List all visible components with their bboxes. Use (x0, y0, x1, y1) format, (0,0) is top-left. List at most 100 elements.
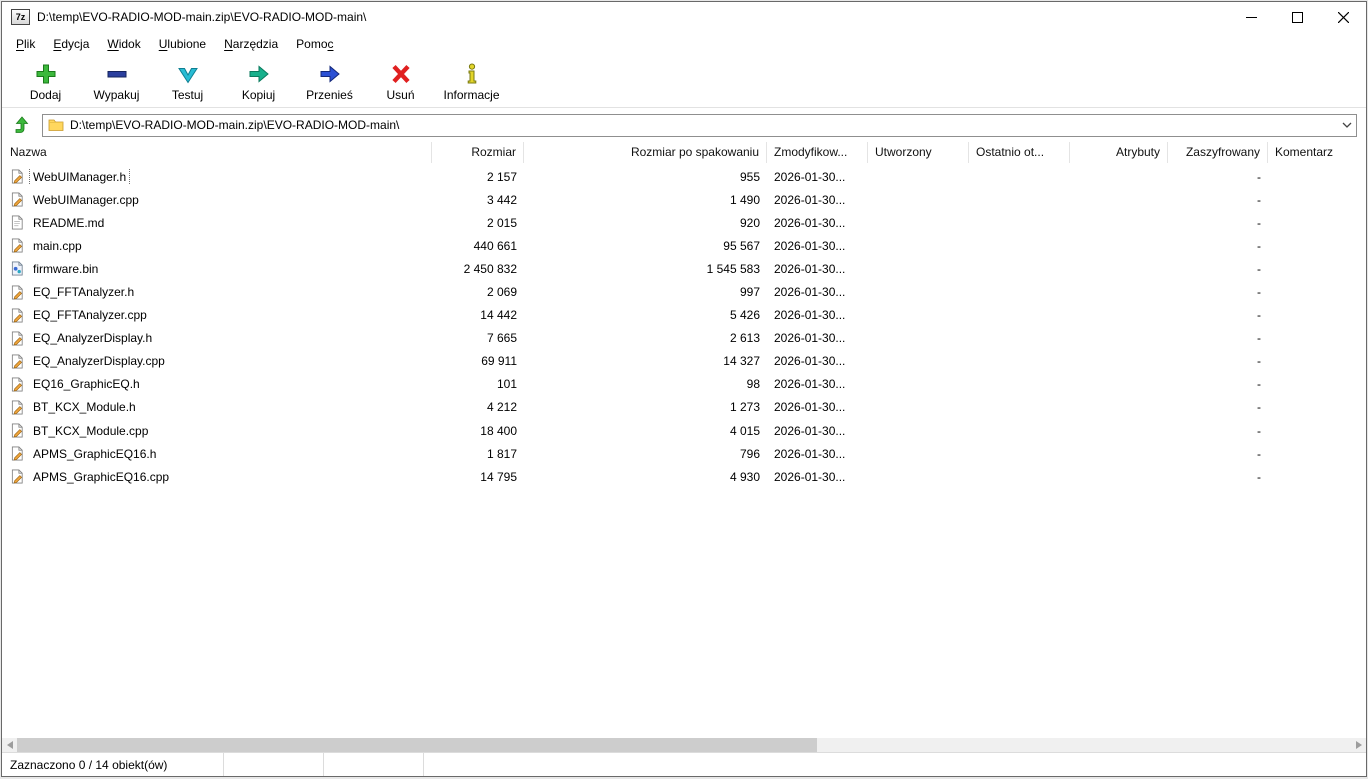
menu-edycja[interactable]: Edycja (44, 34, 98, 54)
file-row[interactable]: EQ_FFTAnalyzer.h 2 069 997 2026-01-30... - (2, 280, 1366, 303)
file-encrypted: - (1257, 215, 1261, 230)
copy-button[interactable]: Kopiuj (223, 58, 294, 105)
column-header-created[interactable]: Utworzony (868, 142, 969, 163)
add-button[interactable]: Dodaj (10, 58, 81, 105)
file-encrypted: - (1257, 261, 1261, 276)
file-row[interactable]: BT_KCX_Module.cpp 18 400 4 015 2026-01-30..… (2, 419, 1366, 442)
tool-label: Dodaj (29, 87, 62, 102)
file-packed: 98 (746, 377, 760, 392)
parent-folder-button[interactable] (11, 114, 33, 136)
address-combobox[interactable]: D:\temp\EVO-RADIO-MOD-main.zip\EVO-RADIO… (42, 113, 1357, 137)
file-modified: 2026-01-30... (774, 308, 846, 323)
menu-ulubione[interactable]: Ulubione (150, 34, 215, 54)
file-packed: 920 (739, 215, 760, 230)
extract-button[interactable]: Wypakuj (81, 58, 152, 105)
minimize-icon (1245, 16, 1257, 18)
title-bar[interactable]: 7z D:\temp\EVO-RADIO-MOD-main.zip\EVO-RA… (2, 2, 1366, 32)
file-row[interactable]: EQ_AnalyzerDisplay.cpp 69 911 14 327 2026-0… (2, 350, 1366, 373)
minimize-button[interactable] (1228, 2, 1274, 32)
file-size: 101 (496, 377, 517, 392)
scroll-left-arrow[interactable] (2, 738, 17, 752)
window-title: D:\temp\EVO-RADIO-MOD-main.zip\EVO-RADIO… (37, 10, 367, 24)
file-edit-icon (9, 192, 25, 208)
column-header-accessed[interactable]: Ostatnio ot... (969, 142, 1070, 163)
file-name-cell: APMS_GraphicEQ16.cpp (2, 469, 432, 485)
file-row[interactable]: EQ16_GraphicEQ.h 101 98 2026-01-30... - (2, 373, 1366, 396)
tool-label: Testuj (171, 87, 204, 102)
column-header-comment[interactable]: Komentarz (1268, 142, 1366, 163)
column-header-name[interactable]: Nazwa (2, 142, 432, 163)
file-icon (9, 215, 25, 231)
column-header-packed[interactable]: Rozmiar po spakowaniu (524, 142, 767, 163)
menu-pomoc[interactable]: Pomoc (287, 34, 342, 54)
file-packed: 5 426 (729, 308, 760, 323)
info-button[interactable]: Informacje (436, 58, 507, 105)
file-encrypted: - (1257, 469, 1261, 484)
info-icon (460, 62, 484, 86)
move-button[interactable]: Przenieś (294, 58, 365, 105)
file-row[interactable]: README.md 2 015 920 2026-01-30... - (2, 211, 1366, 234)
file-edit-icon (9, 399, 25, 415)
file-modified: 2026-01-30... (774, 215, 846, 230)
file-row[interactable]: APMS_GraphicEQ16.h 1 817 796 2026-01-30... - (2, 442, 1366, 465)
file-modified: 2026-01-30... (774, 238, 846, 253)
file-row[interactable]: EQ_AnalyzerDisplay.h 7 665 2 613 2026-01-30… (2, 327, 1366, 350)
file-row[interactable]: EQ_FFTAnalyzer.cpp 14 442 5 426 2026-01-30.… (2, 304, 1366, 327)
column-header-modified[interactable]: Zmodyfikow... (767, 142, 868, 163)
maximize-icon (1291, 11, 1303, 23)
file-packed: 1 545 583 (706, 261, 760, 276)
file-encrypted: - (1257, 377, 1261, 392)
file-name-cell: APMS_GraphicEQ16.h (2, 446, 432, 462)
file-modified: 2026-01-30... (774, 331, 846, 346)
file-packed: 95 567 (723, 238, 760, 253)
column-header-attrs[interactable]: Atrybuty (1070, 142, 1168, 163)
file-modified: 2026-01-30... (774, 261, 846, 276)
file-size: 7 665 (486, 331, 517, 346)
file-name-cell: WebUIManager.h (2, 168, 432, 185)
file-name: WebUIManager.h (28, 168, 131, 185)
menu-widok[interactable]: Widok (98, 34, 149, 54)
file-name: main.cpp (33, 238, 82, 253)
file-name: README.md (33, 215, 105, 230)
scroll-track[interactable] (17, 738, 1351, 752)
file-row[interactable]: BT_KCX_Module.h 4 212 1 273 2026-01-30... - (2, 396, 1366, 419)
address-dropdown-button[interactable] (1337, 115, 1356, 136)
chevron-down-icon (1342, 122, 1351, 128)
menu-plik[interactable]: Plik (7, 34, 44, 54)
file-edit-icon (9, 353, 25, 369)
column-header-encrypted[interactable]: Zaszyfrowany (1168, 142, 1268, 163)
test-button[interactable]: Testuj (152, 58, 223, 105)
file-name: EQ_AnalyzerDisplay.cpp (33, 354, 165, 369)
file-edit-icon (9, 284, 25, 300)
horizontal-scrollbar[interactable] (2, 738, 1366, 752)
file-row[interactable]: WebUIManager.h 2 157 955 2026-01-30... - (2, 165, 1366, 188)
delete-button[interactable]: Usuń (365, 58, 436, 105)
scroll-right-arrow[interactable] (1351, 738, 1366, 752)
file-encrypted: - (1257, 285, 1261, 300)
file-list-panel: Nazwa Rozmiar Rozmiar po spakowaniu Zmodyfi… (2, 142, 1366, 752)
file-name-cell: BT_KCX_Module.cpp (2, 423, 432, 439)
file-packed: 955 (739, 169, 760, 184)
file-modified: 2026-01-30... (774, 354, 846, 369)
file-row[interactable]: main.cpp 440 661 95 567 2026-01-30... - (2, 234, 1366, 257)
file-packed: 4 930 (729, 469, 760, 484)
file-size: 4 212 (486, 400, 517, 415)
file-name: EQ_AnalyzerDisplay.h (33, 331, 153, 346)
file-encrypted: - (1257, 331, 1261, 346)
maximize-button[interactable] (1274, 2, 1320, 32)
column-header-size[interactable]: Rozmiar (432, 142, 524, 163)
scroll-thumb[interactable] (17, 738, 817, 752)
file-encrypted: - (1257, 400, 1261, 415)
file-name-cell: main.cpp (2, 238, 432, 254)
menu-narzedzia[interactable]: Narzędzia (215, 34, 287, 54)
column-header-row: Nazwa Rozmiar Rozmiar po spakowaniu Zmodyfi… (2, 142, 1366, 163)
file-manager-window: 7z D:\temp\EVO-RADIO-MOD-main.zip\EVO-RA… (1, 1, 1367, 777)
file-row[interactable]: firmware.bin 2 450 832 1 545 583 2026-01-30… (2, 257, 1366, 280)
tool-label: Usuń (386, 87, 415, 102)
file-row[interactable]: APMS_GraphicEQ16.cpp 14 795 4 930 2026-01-3… (2, 465, 1366, 488)
status-pane (424, 753, 1366, 776)
file-row[interactable]: WebUIManager.cpp 3 442 1 490 2026-01-30... - (2, 188, 1366, 211)
address-path: D:\temp\EVO-RADIO-MOD-main.zip\EVO-RADIO… (70, 118, 400, 132)
close-button[interactable] (1320, 2, 1366, 32)
file-modified: 2026-01-30... (774, 285, 846, 300)
